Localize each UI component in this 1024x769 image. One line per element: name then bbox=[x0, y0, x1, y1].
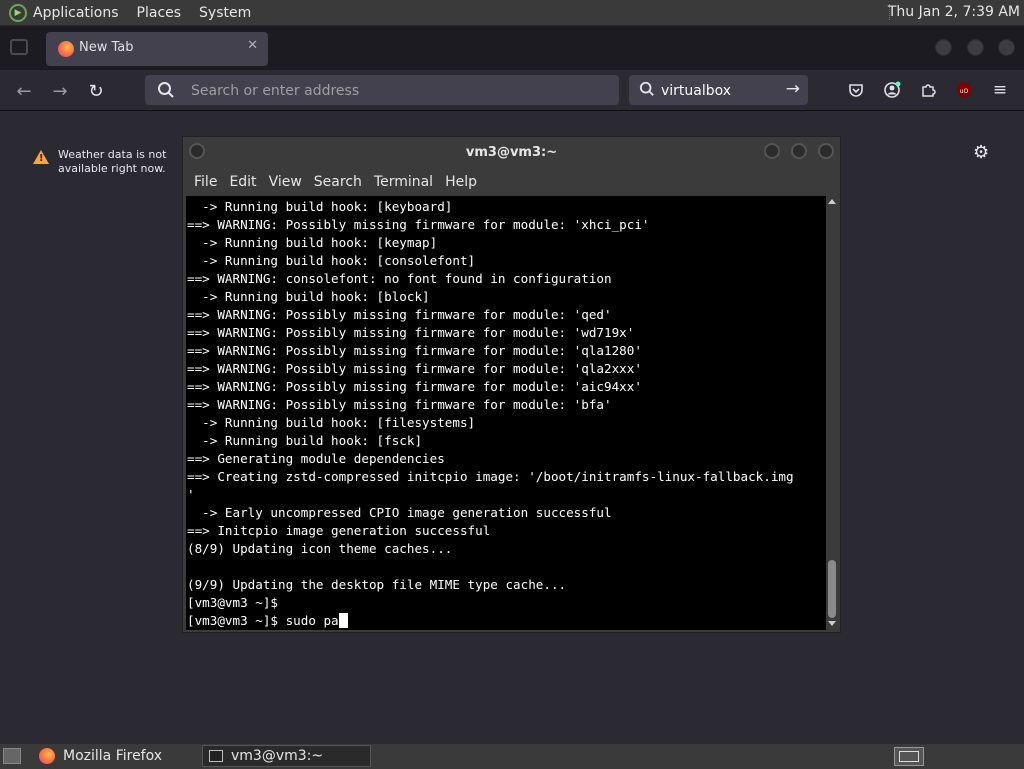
taskbar-item-terminal[interactable]: vm3@vm3:~ bbox=[202, 745, 371, 767]
menu-system[interactable]: System bbox=[199, 5, 251, 21]
terminal-line: -> Running build hook: [consolefont] bbox=[187, 253, 476, 268]
terminal-line: ==> WARNING: Possibly missing firmware f… bbox=[187, 217, 650, 232]
terminal-line: -> Early uncompressed CPIO image generat… bbox=[187, 505, 612, 520]
pocket-icon[interactable] bbox=[845, 79, 867, 101]
hamburger-menu-icon[interactable]: ≡ bbox=[989, 79, 1011, 101]
search-go-arrow-icon[interactable]: → bbox=[786, 79, 800, 99]
firefox-icon bbox=[39, 748, 55, 764]
terminal-prompt-line: [vm3@vm3 ~]$ sudo pa bbox=[187, 613, 339, 628]
terminal-line: ==> WARNING: Possibly missing firmware f… bbox=[187, 361, 642, 376]
menu-applications[interactable]: Applications bbox=[33, 5, 119, 21]
menu-terminal[interactable]: Terminal bbox=[374, 174, 433, 190]
menu-view[interactable]: View bbox=[269, 174, 302, 190]
search-bar[interactable]: → bbox=[629, 75, 808, 107]
back-arrow-icon[interactable]: ← bbox=[13, 80, 35, 102]
warning-icon: ! bbox=[33, 150, 49, 164]
terminal-line: ==> WARNING: Possibly missing firmware f… bbox=[187, 379, 642, 394]
ublock-origin-icon[interactable]: uO bbox=[953, 79, 975, 101]
terminal-close-button[interactable] bbox=[818, 143, 834, 159]
terminal-maximize-button[interactable] bbox=[791, 143, 807, 159]
scrollbar-thumb[interactable] bbox=[828, 560, 836, 618]
terminal-line: -> Running build hook: [keymap] bbox=[187, 235, 438, 250]
bottom-panel: Mozilla Firefox vm3@vm3:~ bbox=[0, 743, 1024, 769]
menu-file[interactable]: File bbox=[194, 174, 217, 190]
show-desktop-icon[interactable] bbox=[3, 748, 21, 764]
account-icon[interactable] bbox=[881, 79, 903, 101]
menu-places[interactable]: Places bbox=[137, 5, 182, 21]
url-input[interactable] bbox=[189, 75, 613, 107]
terminal-line: [vm3@vm3 ~]$ bbox=[187, 595, 278, 610]
terminal-line: (9/9) Updating the desktop file MIME typ… bbox=[187, 577, 567, 592]
menu-help[interactable]: Help bbox=[445, 174, 477, 190]
terminal-minimize-button[interactable] bbox=[764, 143, 780, 159]
tab-list-icon[interactable] bbox=[10, 39, 28, 55]
terminal-line: ==> WARNING: Possibly missing firmware f… bbox=[187, 343, 642, 358]
terminal-line: -> Running build hook: [keyboard] bbox=[187, 199, 453, 214]
weather-line-1: Weather data is not bbox=[58, 148, 167, 161]
terminal-line: ' bbox=[187, 487, 195, 502]
clock[interactable]: Thu Jan 2, 7:39 AM bbox=[888, 4, 1020, 20]
gear-icon[interactable]: ⚙ bbox=[973, 142, 989, 163]
scroll-down-arrow-icon[interactable] bbox=[828, 621, 836, 626]
terminal-screen[interactable]: -> Running build hook: [keyboard] ==> WA… bbox=[186, 196, 826, 630]
nav-bar: ← → ↻ → uO ≡ bbox=[0, 70, 1024, 111]
terminal-line: ==> Initcpio image generation successful bbox=[187, 523, 491, 538]
terminal-menubar: File Edit View Search Terminal Help bbox=[183, 169, 840, 195]
terminal-line: (8/9) Updating icon theme caches... bbox=[187, 541, 453, 556]
taskbar-item-firefox[interactable]: Mozilla Firefox bbox=[33, 745, 198, 767]
extensions-icon[interactable] bbox=[917, 79, 939, 101]
workspace-switcher[interactable] bbox=[894, 747, 924, 766]
scroll-up-arrow-icon[interactable] bbox=[828, 199, 836, 204]
terminal-line: ==> WARNING: Possibly missing firmware f… bbox=[187, 325, 635, 340]
url-bar[interactable] bbox=[145, 75, 619, 107]
search-icon bbox=[158, 82, 174, 98]
weather-line-2: available right now. bbox=[58, 162, 166, 175]
terminal-line: -> Running build hook: [fsck] bbox=[187, 433, 423, 448]
terminal-window[interactable]: vm3@vm3:~ File Edit View Search Terminal… bbox=[182, 136, 841, 633]
tab-strip: New Tab ✕ bbox=[0, 26, 1024, 70]
terminal-cursor bbox=[338, 613, 348, 628]
maximize-button[interactable] bbox=[967, 39, 984, 56]
terminal-line: -> Running build hook: [block] bbox=[187, 289, 430, 304]
top-panel: ▶ Applications Places System Thu Jan 2, … bbox=[0, 0, 1024, 26]
terminal-line: ==> Creating zstd-compressed initcpio im… bbox=[187, 469, 794, 484]
terminal-title: vm3@vm3:~ bbox=[465, 145, 558, 160]
tab-close-icon[interactable]: ✕ bbox=[247, 38, 258, 53]
search-icon bbox=[639, 81, 654, 96]
terminal-line: ==> WARNING: consolefont: no font found … bbox=[187, 271, 612, 286]
distro-logo-icon[interactable]: ▶ bbox=[9, 3, 27, 22]
terminal-line: ==> WARNING: Possibly missing firmware f… bbox=[187, 307, 612, 322]
terminal-titlebar[interactable]: vm3@vm3:~ bbox=[183, 137, 840, 167]
menu-edit[interactable]: Edit bbox=[229, 174, 256, 190]
terminal-output: -> Running build hook: [keyboard] ==> WA… bbox=[186, 196, 826, 630]
tab-new-tab[interactable]: New Tab ✕ bbox=[46, 32, 268, 66]
firefox-icon bbox=[58, 41, 74, 57]
terminal-line: ==> WARNING: Possibly missing firmware f… bbox=[187, 397, 612, 412]
tab-title: New Tab bbox=[79, 40, 134, 55]
search-input[interactable] bbox=[659, 75, 778, 107]
close-window-button[interactable] bbox=[998, 39, 1015, 56]
terminal-icon bbox=[209, 750, 223, 762]
taskbar-item-label: vm3@vm3:~ bbox=[231, 748, 324, 764]
menu-search[interactable]: Search bbox=[314, 174, 362, 190]
svg-text:uO: uO bbox=[960, 88, 969, 95]
forward-arrow-icon[interactable]: → bbox=[49, 80, 71, 102]
taskbar-item-label: Mozilla Firefox bbox=[63, 748, 163, 764]
terminal-line: ==> Generating module dependencies bbox=[187, 451, 445, 466]
terminal-scrollbar[interactable] bbox=[826, 196, 838, 630]
weather-notice: ! Weather data is not available right no… bbox=[33, 148, 166, 176]
terminal-line: -> Running build hook: [filesystems] bbox=[187, 415, 476, 430]
minimize-button[interactable] bbox=[935, 39, 952, 56]
reload-icon[interactable]: ↻ bbox=[85, 80, 107, 102]
